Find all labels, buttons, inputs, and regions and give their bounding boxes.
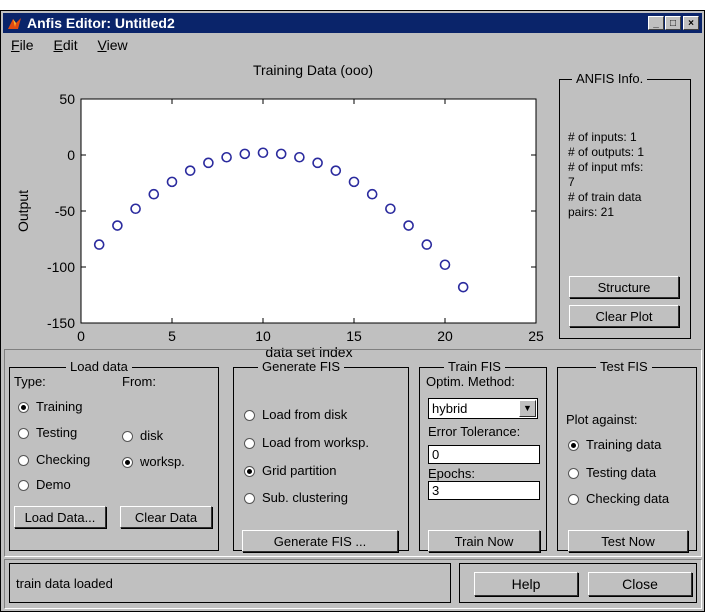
- test-now-button[interactable]: Test Now: [568, 530, 688, 552]
- type-label: Type:: [14, 374, 46, 389]
- anfis-info-line: pairs: 21: [568, 205, 615, 219]
- y-tick-label: 50: [59, 91, 75, 107]
- train-now-button[interactable]: Train Now: [428, 530, 540, 552]
- anfis-info-panel: ANFIS Info. # of inputs: 1 # of outputs: …: [559, 71, 691, 339]
- maximize-button[interactable]: □: [665, 16, 681, 30]
- plot-testing-data-label: Testing data: [586, 465, 657, 480]
- from-workspace-radio[interactable]: [122, 457, 133, 468]
- anfis-info-line: # of outputs: 1: [568, 145, 645, 159]
- action-buttons-box: Help Close: [459, 563, 697, 603]
- optim-method-label: Optim. Method:: [426, 374, 515, 389]
- clear-data-button[interactable]: Clear Data: [120, 506, 212, 528]
- type-training-radio[interactable]: [18, 402, 29, 413]
- load-data-button[interactable]: Load Data...: [14, 506, 106, 528]
- plot-training-data-label: Training data: [586, 437, 662, 452]
- plot-against-label: Plot against:: [566, 412, 638, 427]
- matlab-logo-icon: [8, 18, 21, 29]
- status-message: train data loaded: [16, 576, 113, 591]
- x-tick-label: 15: [346, 328, 362, 344]
- x-tick-label: 10: [255, 328, 271, 344]
- load-data-panel: Load data Type: From: Training Testing C…: [9, 359, 219, 551]
- error-tolerance-label: Error Tolerance:: [428, 424, 521, 439]
- y-tick-label: 0: [67, 147, 75, 163]
- type-testing-label: Testing: [36, 425, 78, 440]
- load-from-workspace-label: Load from worksp.: [262, 435, 369, 450]
- type-testing-radio[interactable]: [18, 428, 29, 439]
- from-disk-radio[interactable]: [122, 431, 133, 442]
- from-disk-label: disk: [140, 428, 164, 443]
- sub-clustering-label: Sub. clustering: [262, 490, 348, 505]
- anfis-info-line: # of train data: [568, 190, 642, 204]
- close-window-button[interactable]: ×: [683, 16, 699, 30]
- menu-bar: File Edit View: [5, 37, 138, 55]
- type-checking-radio[interactable]: [18, 455, 29, 466]
- training-data-plot: Training Data (ooo) 50 0 -50 -100 -150 0 5 10 1…: [15, 62, 544, 359]
- from-workspace-label: worksp.: [140, 454, 185, 469]
- test-fis-legend: Test FIS: [596, 359, 652, 374]
- type-demo-label: Demo: [36, 477, 71, 492]
- epochs-label: Epochs:: [428, 466, 475, 481]
- generate-fis-legend: Generate FIS: [258, 359, 345, 374]
- optim-method-select[interactable]: hybrid ▼: [428, 398, 538, 419]
- type-training-label: Training: [36, 399, 83, 414]
- plot-training-data-radio[interactable]: [568, 440, 579, 451]
- minimize-button[interactable]: _: [648, 16, 664, 30]
- title-bar[interactable]: Anfis Editor: Untitled2 _ □ ×: [3, 13, 702, 33]
- x-tick-label: 20: [437, 328, 453, 344]
- menu-view[interactable]: View: [98, 37, 128, 53]
- grid-partition-label: Grid partition: [262, 463, 337, 478]
- dropdown-arrow-icon[interactable]: ▼: [519, 400, 536, 417]
- x-tick-label: 5: [168, 328, 176, 344]
- structure-button[interactable]: Structure: [569, 276, 679, 298]
- grid-partition-radio[interactable]: [244, 466, 255, 477]
- plot-testing-data-radio[interactable]: [568, 468, 579, 479]
- train-fis-panel: Train FIS Optim. Method: hybrid ▼ Error …: [419, 359, 547, 552]
- generate-fis-panel: Generate FIS Load from disk Load from wo…: [233, 359, 409, 552]
- type-demo-radio[interactable]: [18, 480, 29, 491]
- plot-checking-data-label: Checking data: [586, 491, 670, 506]
- help-button[interactable]: Help: [474, 572, 578, 596]
- x-tick-label: 0: [77, 328, 85, 344]
- epochs-input[interactable]: 3: [428, 481, 540, 500]
- anfis-info-line: # of inputs: 1: [568, 130, 637, 144]
- window-title: Anfis Editor: Untitled2: [27, 15, 175, 31]
- plot-checking-data-radio[interactable]: [568, 494, 579, 505]
- y-tick-label: -50: [55, 203, 75, 219]
- generate-fis-button[interactable]: Generate FIS ...: [242, 530, 398, 552]
- menu-file[interactable]: File: [11, 37, 34, 53]
- load-from-disk-label: Load from disk: [262, 407, 348, 422]
- anfis-info-text: # of inputs: 1 # of outputs: 1 # of input …: [568, 130, 644, 220]
- load-from-disk-radio[interactable]: [244, 410, 255, 421]
- load-from-workspace-radio[interactable]: [244, 438, 255, 449]
- optim-method-value: hybrid: [432, 401, 468, 416]
- anfis-editor-window: Anfis Editor: Untitled2 _ □ × File Edit …: [0, 10, 705, 612]
- load-data-legend: Load data: [66, 359, 132, 374]
- y-tick-label: -100: [47, 259, 75, 275]
- type-checking-label: Checking: [36, 452, 91, 467]
- error-tolerance-input[interactable]: 0: [428, 445, 540, 464]
- close-button[interactable]: Close: [588, 572, 692, 596]
- menu-edit[interactable]: Edit: [53, 37, 77, 53]
- anfis-info-line: # of input mfs:: [568, 160, 644, 174]
- anfis-info-legend: ANFIS Info.: [572, 71, 648, 86]
- clear-plot-button[interactable]: Clear Plot: [569, 305, 679, 327]
- x-tick-label: 25: [528, 328, 544, 344]
- from-label: From:: [122, 374, 156, 389]
- train-fis-legend: Train FIS: [444, 359, 505, 374]
- y-tick-label: -150: [47, 315, 75, 331]
- anfis-info-line: 7: [568, 175, 575, 189]
- test-fis-panel: Test FIS Plot against: Training data Tes…: [557, 359, 697, 552]
- status-message-box: train data loaded: [9, 563, 451, 603]
- y-axis-label: Output: [15, 190, 31, 232]
- plot-title: Training Data (ooo): [253, 62, 373, 78]
- sub-clustering-radio[interactable]: [244, 493, 255, 504]
